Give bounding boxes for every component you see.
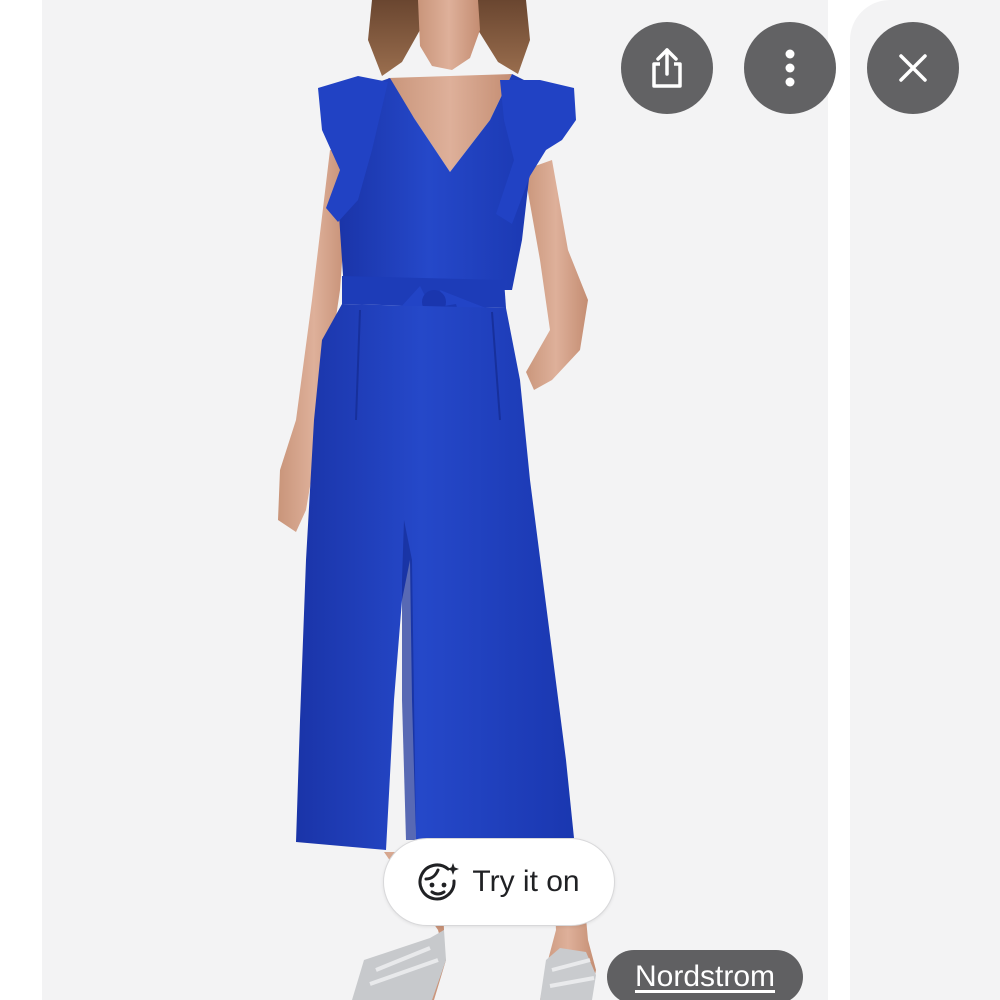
face-sparkle-icon	[418, 863, 460, 901]
share-icon	[652, 48, 682, 88]
close-button[interactable]	[867, 22, 959, 114]
source-label[interactable]: Nordstrom	[635, 960, 775, 994]
image-viewer: Try it on Nordstrom	[0, 0, 1000, 1000]
close-icon	[899, 54, 927, 82]
source-link[interactable]: Nordstrom	[607, 950, 803, 1000]
try-it-on-label: Try it on	[472, 865, 580, 898]
try-it-on-button[interactable]: Try it on	[383, 838, 615, 926]
more-vertical-icon	[785, 49, 795, 87]
more-options-button[interactable]	[744, 22, 836, 114]
share-button[interactable]	[621, 22, 713, 114]
